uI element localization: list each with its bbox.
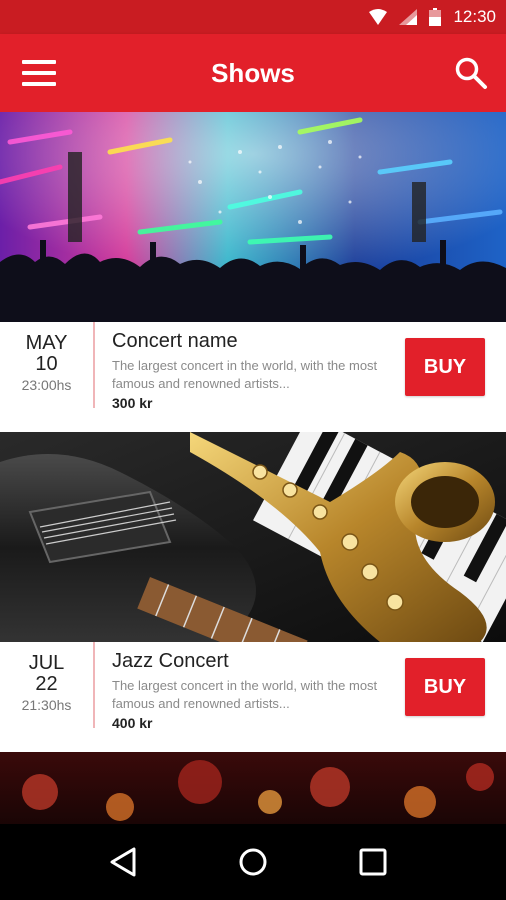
show-day: 10 xyxy=(35,353,58,375)
show-price: 300 kr xyxy=(112,395,153,411)
show-name: Concert name xyxy=(112,330,238,352)
status-time: 12:30 xyxy=(453,7,496,26)
show-time: 21:30hs xyxy=(21,697,72,713)
date-divider xyxy=(93,322,95,408)
show-info: JUL 22 21:30hs Jazz Concert The largest … xyxy=(0,642,506,752)
page-title: Shows xyxy=(211,58,295,88)
show-name: Jazz Concert xyxy=(112,650,229,672)
show-date: MAY 10 23:00hs xyxy=(0,322,93,432)
show-info: MAY 10 23:00hs Concert name The largest … xyxy=(0,322,506,432)
show-time: 23:00hs xyxy=(21,377,72,393)
app-bar: Shows xyxy=(0,34,506,112)
show-card[interactable]: JUL 22 21:30hs Jazz Concert The largest … xyxy=(0,432,506,752)
shows-list: MAY 10 23:00hs Concert name The largest … xyxy=(0,112,506,824)
show-day: 22 xyxy=(35,673,58,695)
home-icon[interactable] xyxy=(235,844,271,880)
show-month: MAY xyxy=(25,332,68,354)
guitar-saxophone-image xyxy=(0,432,506,642)
date-divider xyxy=(93,642,95,728)
search-icon[interactable] xyxy=(454,56,488,90)
wifi-icon xyxy=(369,9,388,25)
bokeh-lights-image xyxy=(0,752,506,824)
recents-icon[interactable] xyxy=(355,844,391,880)
buy-button[interactable]: BUY xyxy=(405,338,485,396)
buy-button[interactable]: BUY xyxy=(405,658,485,716)
show-description: The largest concert in the world, with t… xyxy=(112,678,378,711)
status-bar: 12:30 xyxy=(0,0,506,34)
show-description: The largest concert in the world, with t… xyxy=(112,358,378,391)
show-date: JUL 22 21:30hs xyxy=(0,642,93,752)
show-month: JUL xyxy=(28,652,65,674)
cell-signal-icon xyxy=(399,9,418,25)
back-icon[interactable] xyxy=(105,844,141,880)
show-price: 400 kr xyxy=(112,715,153,731)
battery-icon xyxy=(429,8,442,26)
status-icons: 12:30 xyxy=(369,0,496,34)
concert-crowd-image xyxy=(0,112,506,322)
show-card[interactable]: MAY 10 23:00hs Concert name The largest … xyxy=(0,112,506,432)
navigation-bar xyxy=(0,824,506,900)
